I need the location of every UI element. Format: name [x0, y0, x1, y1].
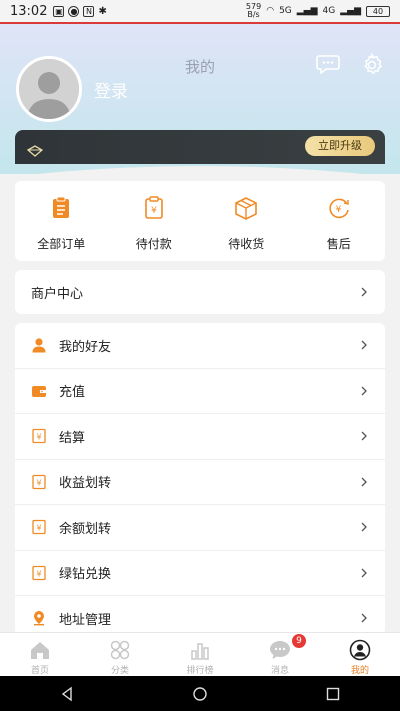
vip-banner[interactable]: 立即升级 — [15, 130, 385, 164]
default-avatar-icon — [19, 59, 79, 119]
order-pending-receipt-label: 待收货 — [228, 237, 265, 251]
gear-icon[interactable] — [360, 53, 384, 77]
order-pending-receipt[interactable]: 待收货 — [200, 181, 293, 261]
menu-earnings-transfer[interactable]: ¥ 收益划转 — [15, 460, 385, 505]
recents-icon[interactable] — [325, 686, 341, 702]
chevron-right-icon — [361, 477, 367, 487]
clock: 13:02 — [10, 3, 48, 19]
menu-my-friends[interactable]: 我的好友 — [15, 323, 385, 369]
tab-category[interactable]: 分类 — [80, 633, 160, 676]
yen-refresh-icon: ¥ — [329, 198, 349, 219]
menu-green-diamond-exchange[interactable]: ¥ 绿钻兑换 — [15, 551, 385, 596]
svg-text:¥: ¥ — [335, 205, 341, 215]
yen-doc-icon: ¥ — [32, 474, 46, 489]
chat-icon — [270, 641, 290, 659]
chevron-right-icon — [361, 431, 367, 441]
eye-icon: ● — [68, 5, 80, 17]
yen-doc-icon: ¥ — [32, 565, 46, 580]
tab-ranking[interactable]: 排行榜 — [160, 633, 240, 676]
message-badge: 9 — [292, 634, 306, 648]
clipboard-icon — [53, 196, 70, 218]
chevron-right-icon — [361, 386, 367, 396]
chevron-right-icon — [361, 613, 367, 623]
chevron-right-icon — [361, 522, 367, 532]
battery-icon: 40 — [366, 5, 390, 17]
notification-icon: ▣ — [53, 5, 65, 17]
orders-card: 全部订单 ¥ 待付款 待收货 ¥ 售后 — [15, 181, 385, 261]
svg-text:¥: ¥ — [36, 569, 41, 578]
order-all-label: 全部订单 — [37, 237, 86, 251]
menu-list: 我的好友 充值 ¥ 结算 ¥ 收益划转 ¥ 余额划转 ¥ 绿钻兑换 地址管理 — [15, 323, 385, 635]
order-after-sales-label: 售后 — [326, 237, 351, 251]
order-pending-payment-label: 待付款 — [135, 237, 172, 251]
tab-mine[interactable]: 我的 — [320, 633, 400, 676]
menu-address-management[interactable]: 地址管理 — [15, 596, 385, 635]
chart-icon — [191, 643, 209, 660]
signal-bars-icon-2: ▂▄▆ — [340, 6, 361, 16]
package-icon — [235, 197, 258, 220]
header-wave — [0, 166, 400, 178]
bluetooth-icon: ✱ — [98, 5, 107, 17]
merchant-center-row[interactable]: 商户中心 — [15, 270, 385, 314]
wallet-icon — [32, 385, 46, 397]
chevron-right-icon — [361, 568, 367, 578]
order-all[interactable]: 全部订单 — [15, 181, 108, 261]
svg-text:¥: ¥ — [36, 524, 41, 533]
signal-4g: 4G — [322, 6, 336, 16]
avatar[interactable] — [16, 56, 82, 122]
chevron-right-icon — [361, 287, 367, 297]
back-icon[interactable] — [59, 686, 75, 702]
network-speed: 579 B/s — [245, 2, 262, 19]
yen-clipboard-icon: ¥ — [144, 196, 163, 219]
chevron-right-icon — [361, 340, 367, 350]
order-after-sales[interactable]: ¥ 售后 — [293, 181, 386, 261]
home-icon — [31, 642, 49, 659]
signal-5g: 5G — [279, 6, 292, 16]
wifi-icon: ◠ — [266, 6, 275, 16]
merchant-center-label: 商户中心 — [31, 286, 84, 302]
location-icon — [34, 611, 44, 626]
tab-home[interactable]: 首页 — [0, 633, 80, 676]
upgrade-button[interactable]: 立即升级 — [305, 136, 375, 156]
menu-recharge[interactable]: 充值 — [15, 369, 385, 414]
menu-settlement[interactable]: ¥ 结算 — [15, 414, 385, 460]
svg-text:¥: ¥ — [36, 478, 41, 487]
user-circle-icon — [349, 639, 371, 661]
message-icon[interactable] — [316, 54, 340, 74]
login-link[interactable]: 登录 — [94, 77, 128, 102]
bottom-tab-bar: 首页 分类 排行榜 9 消息 我的 — [0, 632, 400, 676]
signal-bars-icon: ▂▄▆ — [296, 6, 318, 16]
order-pending-payment[interactable]: ¥ 待付款 — [108, 181, 201, 261]
yen-doc-icon: ¥ — [32, 429, 46, 444]
grid-icon — [110, 640, 130, 660]
svg-text:¥: ¥ — [36, 433, 41, 442]
tab-messages[interactable]: 9 消息 — [240, 633, 320, 676]
menu-balance-transfer[interactable]: ¥ 余额划转 — [15, 505, 385, 551]
diamond-icon — [27, 145, 43, 157]
home-circle-icon[interactable] — [192, 686, 208, 702]
svg-text:¥: ¥ — [151, 206, 157, 216]
person-icon — [32, 338, 46, 353]
system-nav-bar — [0, 676, 400, 711]
nfc-icon: N — [83, 5, 95, 17]
status-bar: 13:02 ▣ ● N ✱ 579 B/s ◠ 5G ▂▄▆ 4G ▂▄▆ 40 — [0, 0, 400, 22]
yen-doc-icon: ¥ — [32, 520, 46, 535]
